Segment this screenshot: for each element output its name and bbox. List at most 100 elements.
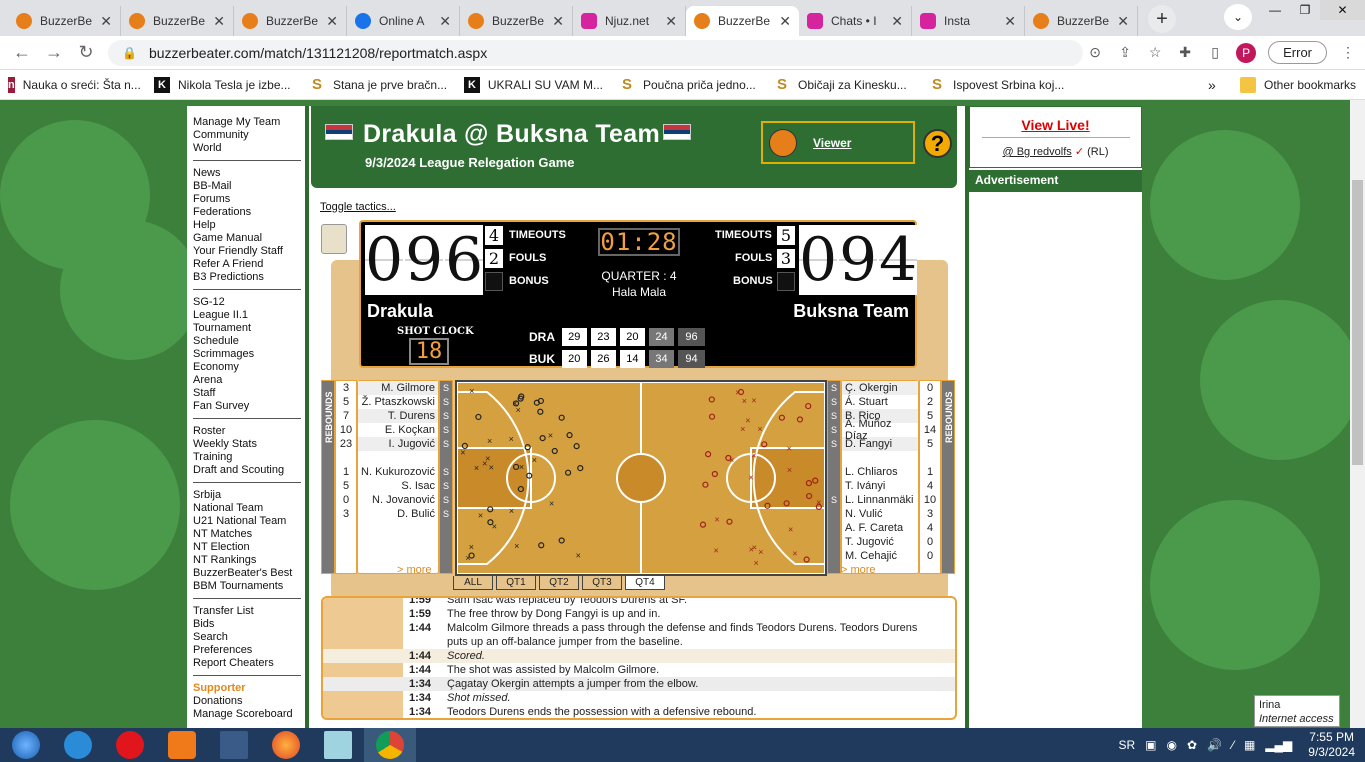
- nav-link[interactable]: Bids: [193, 618, 301, 631]
- nav-link[interactable]: Draft and Scouting: [193, 464, 301, 477]
- menu-icon[interactable]: ⋮: [1339, 44, 1357, 62]
- player-name[interactable]: T. Durens: [388, 410, 435, 422]
- player-row[interactable]: M. Gilmore: [358, 381, 438, 395]
- player-row[interactable]: Ž. Ptaszkowski: [358, 395, 438, 409]
- browser-tab[interactable]: BuzzerBe ✕: [234, 6, 347, 36]
- sidepanel-icon[interactable]: ▯: [1206, 44, 1224, 62]
- player-row[interactable]: A. Muñoz Díaz: [842, 418, 918, 442]
- nav-link[interactable]: Help: [193, 219, 301, 232]
- browser-tab[interactable]: Njuz.net ✕: [573, 6, 686, 36]
- player-row[interactable]: A. F. Careta: [842, 521, 918, 535]
- ie-icon[interactable]: [52, 728, 104, 762]
- quarter-tab-qt3[interactable]: QT3: [582, 576, 622, 590]
- nav-link[interactable]: Manage My Team: [193, 116, 301, 129]
- bookmark-item[interactable]: S Običaji za Kinesku...: [766, 76, 921, 93]
- nav-link[interactable]: B3 Predictions: [193, 271, 301, 284]
- player-name[interactable]: T. Jugović: [845, 536, 894, 548]
- nav-link[interactable]: League II.1: [193, 309, 301, 322]
- browser-tab[interactable]: BuzzerBe ✕: [8, 6, 121, 36]
- minimize-icon[interactable]: —: [1260, 0, 1290, 20]
- player-row[interactable]: D. Bulić: [358, 507, 438, 521]
- player-name[interactable]: Ç. Okergin: [845, 382, 898, 394]
- player-name[interactable]: A. F. Careta: [845, 522, 903, 534]
- player-name[interactable]: I. Jugović: [389, 438, 435, 450]
- player-row[interactable]: L. Linnanmäki: [842, 493, 918, 507]
- player-name[interactable]: D. Bulić: [397, 508, 435, 520]
- player-row[interactable]: E. Koçkan: [358, 423, 438, 437]
- nav-link[interactable]: NT Rankings: [193, 554, 301, 567]
- browser-tab[interactable]: BuzzerBe ✕: [1025, 6, 1138, 36]
- forward-icon[interactable]: →: [38, 42, 70, 63]
- quarter-tab-all[interactable]: ALL: [453, 576, 493, 590]
- nav-link[interactable]: Schedule: [193, 335, 301, 348]
- player-row[interactable]: T. Durens: [358, 409, 438, 423]
- share-icon[interactable]: ⇪: [1116, 44, 1134, 62]
- language-indicator[interactable]: SR: [1118, 738, 1135, 752]
- nav-link[interactable]: SG-12: [193, 296, 301, 309]
- close-tab-icon[interactable]: ✕: [779, 13, 791, 30]
- tray-icon[interactable]: ⁄: [1232, 738, 1234, 752]
- browser-tab[interactable]: Online A ✕: [347, 6, 460, 36]
- close-tab-icon[interactable]: ✕: [100, 13, 112, 30]
- nav-link[interactable]: Preferences: [193, 644, 301, 657]
- browser-tab[interactable]: BuzzerBe ✕: [686, 6, 799, 36]
- close-tab-icon[interactable]: ✕: [213, 13, 225, 30]
- scroll-icon[interactable]: [321, 224, 347, 254]
- player-name[interactable]: L. Linnanmäki: [845, 494, 914, 506]
- tab-search-icon[interactable]: ⌄: [1224, 4, 1252, 30]
- player-row[interactable]: Ç. Okergin: [842, 381, 918, 395]
- close-window-icon[interactable]: ✕: [1320, 0, 1365, 20]
- browser-tab[interactable]: Chats • I ✕: [799, 6, 912, 36]
- opponent-link[interactable]: @ Bg redvolfs: [1003, 146, 1072, 158]
- browser-tab[interactable]: BuzzerBe ✕: [460, 6, 573, 36]
- close-tab-icon[interactable]: ✕: [891, 13, 903, 30]
- player-name[interactable]: N. Jovanović: [372, 494, 435, 506]
- install-icon[interactable]: ⊙: [1086, 44, 1104, 62]
- close-tab-icon[interactable]: ✕: [552, 13, 564, 30]
- quarter-tab-qt1[interactable]: QT1: [496, 576, 536, 590]
- lock-icon[interactable]: 🔒: [122, 46, 137, 60]
- tray-icon[interactable]: ▣: [1145, 738, 1156, 752]
- bookmark-item[interactable]: S Ispovest Srbina koj...: [921, 76, 1076, 93]
- nav-link[interactable]: Report Cheaters: [193, 657, 301, 670]
- away-more-link[interactable]: > more: [841, 564, 876, 576]
- player-row[interactable]: T. Iványi: [842, 479, 918, 493]
- close-tab-icon[interactable]: ✕: [1117, 13, 1129, 30]
- browser-tab[interactable]: Insta ✕: [912, 6, 1025, 36]
- reload-icon[interactable]: ↻: [70, 42, 102, 63]
- nav-link[interactable]: Manage Scoreboard: [193, 708, 301, 721]
- opera-icon[interactable]: [104, 728, 156, 762]
- page-scrollbar[interactable]: [1350, 100, 1365, 728]
- player-row[interactable]: T. Jugović: [842, 535, 918, 549]
- home-more-link[interactable]: > more: [397, 564, 432, 576]
- close-tab-icon[interactable]: ✕: [439, 13, 451, 30]
- nav-link[interactable]: Donations: [193, 695, 301, 708]
- nav-link[interactable]: Arena: [193, 374, 301, 387]
- player-name[interactable]: M. Gilmore: [381, 382, 435, 394]
- player-name[interactable]: N. Vulić: [845, 508, 883, 520]
- url-field[interactable]: 🔒 buzzerbeater.com/match/131121208/repor…: [108, 40, 1083, 66]
- browser-tab[interactable]: BuzzerBe ✕: [121, 6, 234, 36]
- bookmarks-more-button[interactable]: »: [1208, 77, 1216, 93]
- quarter-tab-qt2[interactable]: QT2: [539, 576, 579, 590]
- nav-link[interactable]: Fan Survey: [193, 400, 301, 413]
- close-tab-icon[interactable]: ✕: [326, 13, 338, 30]
- nav-link[interactable]: News: [193, 167, 301, 180]
- floppy-icon[interactable]: [208, 728, 260, 762]
- viewer-button[interactable]: Viewer: [761, 121, 915, 164]
- player-name[interactable]: L. Chliaros: [845, 466, 898, 478]
- player-name[interactable]: Ž. Ptaszkowski: [362, 396, 435, 408]
- bookmark-item[interactable]: S Poučna priča jedno...: [611, 76, 766, 93]
- player-row[interactable]: L. Chliaros: [842, 465, 918, 479]
- grid-icon[interactable]: ▦: [1244, 738, 1255, 752]
- player-name[interactable]: D. Fangyi: [845, 438, 892, 450]
- star-icon[interactable]: ☆: [1146, 44, 1164, 62]
- nav-link[interactable]: Roster: [193, 425, 301, 438]
- nav-link[interactable]: Training: [193, 451, 301, 464]
- player-name[interactable]: S. Isac: [401, 480, 435, 492]
- tray-icon[interactable]: ◉: [1166, 738, 1176, 752]
- clock[interactable]: 7:55 PM 9/3/2024: [1308, 730, 1355, 760]
- firefox-icon[interactable]: [260, 728, 312, 762]
- toggle-tactics-link[interactable]: Toggle tactics...: [320, 201, 396, 213]
- nav-link[interactable]: Your Friendly Staff: [193, 245, 301, 258]
